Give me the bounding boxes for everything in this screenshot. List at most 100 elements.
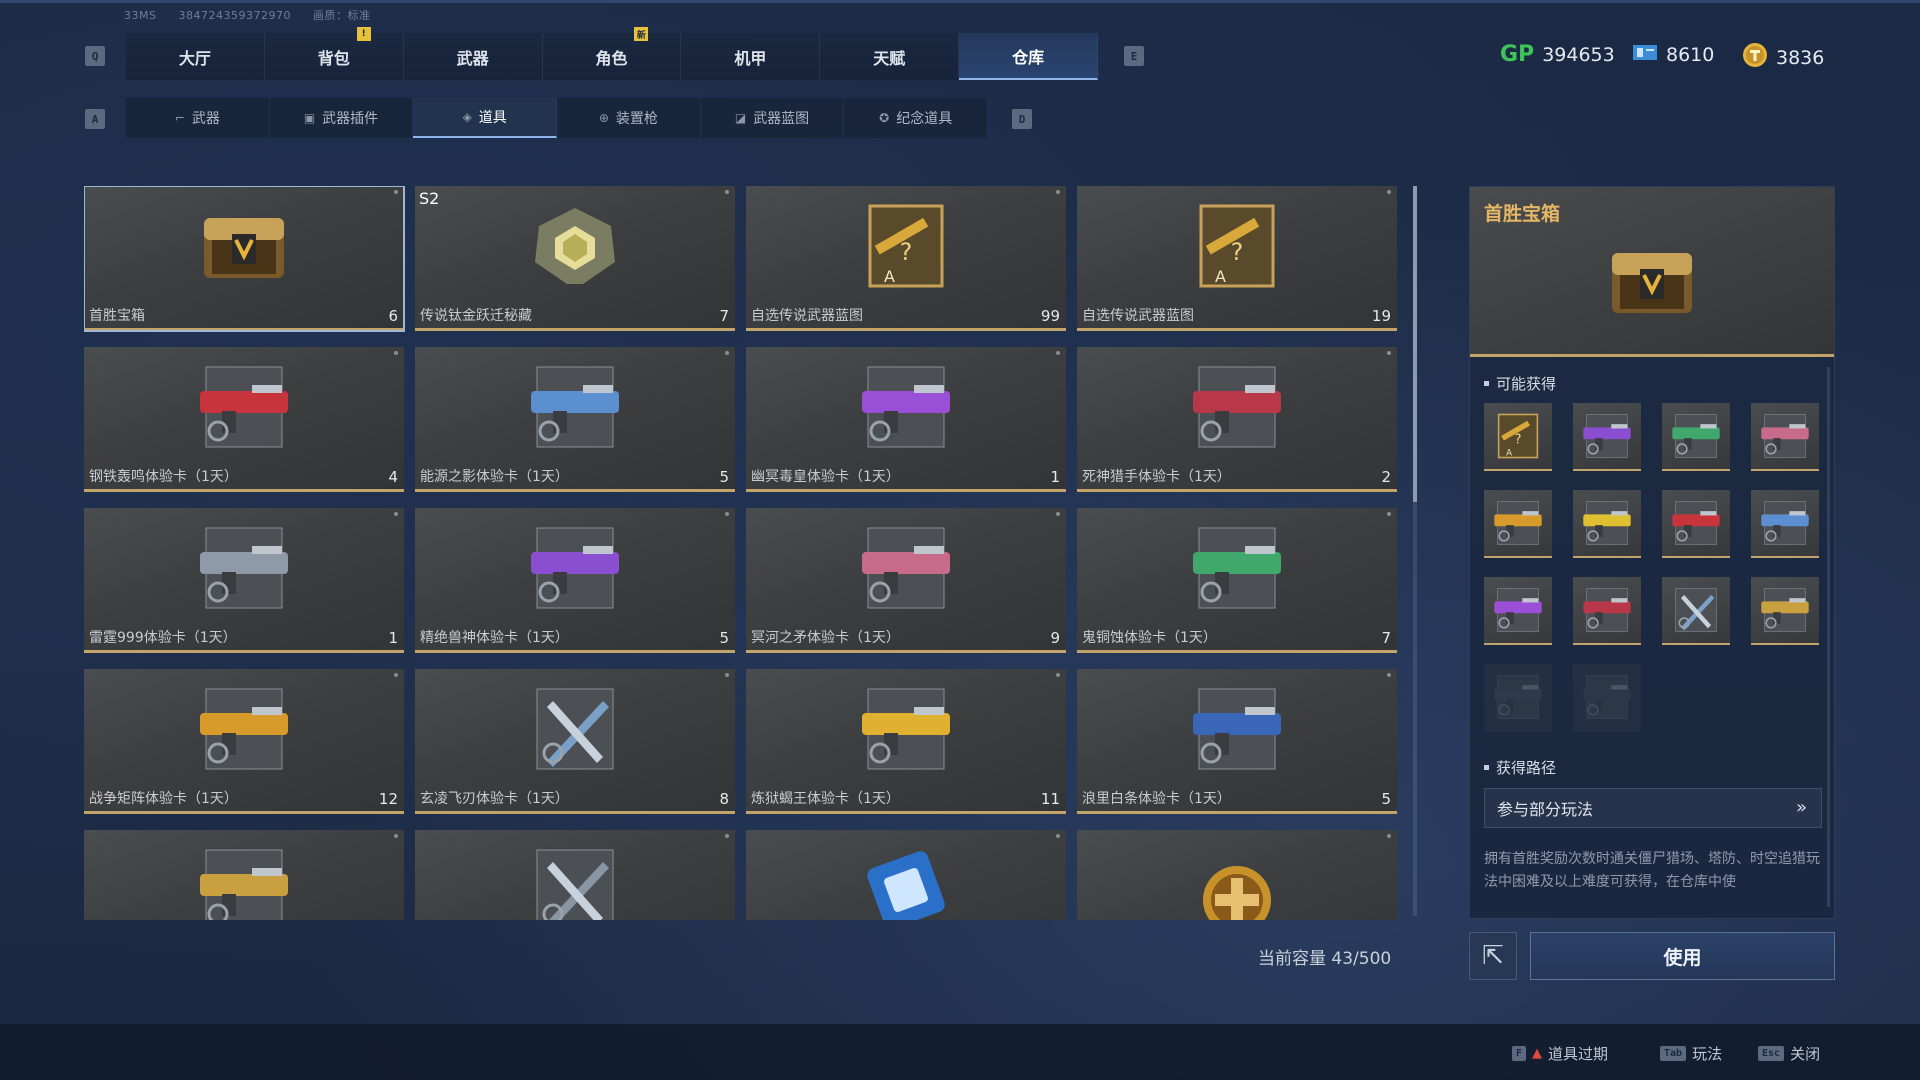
item-name: 传说钛金跃迁秘藏 [420,308,532,324]
item-card[interactable]: 战争矩阵体验卡（1天） 12 [84,669,404,814]
main-tab-2[interactable]: 武器 [404,33,543,80]
item-name: 冥河之矛体验卡（1天） [751,630,900,646]
reward-item[interactable] [1573,577,1641,645]
item-name: 鬼铜蚀体验卡（1天） [1082,630,1217,646]
item-card[interactable]: 炼狱蝎王体验卡（1天） 11 [746,669,1066,814]
sub-tab-1[interactable]: ▣ 武器插件 [270,98,414,138]
hint-key: Esc [1758,1046,1785,1061]
gp-icon: GP [1500,42,1535,67]
blade-icon [1675,588,1717,632]
sub-tab-5[interactable]: ✪ 纪念道具 [844,98,989,138]
external-link-button[interactable]: ⇱ [1469,932,1517,980]
svg-text:?: ? [900,238,913,266]
reward-item[interactable] [1662,403,1730,471]
main-tab-5[interactable]: 天赋 [820,33,960,80]
sub-tab-4[interactable]: ◪ 武器蓝图 [701,98,845,138]
item-card[interactable]: 钢铁轰鸣体验卡（1天） 4 [84,347,404,492]
item-card[interactable]: 幽冥毒皇体验卡（1天） 1 [746,347,1066,492]
blade-icon [536,849,614,920]
main-tab-bar: 大厅 背包! 武器 角色新 机甲 天赋 仓库 [126,27,1099,80]
use-button[interactable]: 使用 [1530,932,1835,980]
hint-label: 关闭 [1790,1045,1821,1063]
gun-icon [1193,688,1281,770]
item-card[interactable]: 精绝兽神体验卡（1天） 5 [415,508,735,653]
corner-dot [394,673,398,677]
corner-dot [1056,190,1060,194]
item-quantity: 11 [1040,790,1060,808]
grid-scroll-thumb[interactable] [1413,186,1417,502]
detail-scrollbar[interactable] [1827,367,1830,907]
sub-tab-0[interactable]: ⌐ 武器 [126,98,270,138]
item-name: 雷霆999体验卡（1天） [89,630,237,646]
item-card[interactable]: 雷霆999体验卡（1天） 1 [84,508,404,653]
reward-item[interactable] [1662,577,1730,645]
hint-label: 道具过期 [1548,1045,1609,1063]
obtain-path-label: 参与部分玩法 [1497,800,1594,819]
reward-item[interactable] [1573,490,1641,558]
key-hint-e: E [1124,46,1144,66]
reward-item[interactable] [1662,490,1730,558]
item-card[interactable]: 死神猎手体验卡（1天） 2 [1077,347,1397,492]
capacity-readout: 当前容量 43/500 [1258,949,1392,969]
item-card[interactable]: S2 传说钛金跃迁秘藏 7 [415,186,735,331]
item-name: 炼狱蝎王体验卡（1天） [751,791,900,807]
gun-icon [1583,588,1631,632]
reward-item[interactable] [1751,577,1819,645]
system-info: 33MS 384724359372970 画质：标准 [124,7,388,23]
hint-item[interactable]: F ▲ 道具过期 [1512,1043,1608,1064]
gun-icon [1761,588,1809,632]
main-tab-1[interactable]: 背包! [265,27,404,80]
svg-text:?: ? [1231,238,1244,266]
item-name: 幽冥毒皇体验卡（1天） [751,469,900,485]
item-card[interactable]: 首胜宝箱 6 [84,186,405,332]
hint-item[interactable]: Tab 玩法 [1660,1043,1722,1064]
ping-readout: 33MS [124,9,157,22]
rewards-title: 可能获得 [1484,373,1556,394]
item-card[interactable]: 鬼铜蚀体验卡（1天） 7 [1077,508,1397,653]
item-card[interactable]: 浪里白条体验卡（1天） 5 [1077,669,1397,814]
item-card[interactable] [415,830,735,920]
obtain-path-button[interactable]: 参与部分玩法 » [1484,788,1822,828]
reward-item[interactable] [1484,577,1552,645]
blueprint-icon: ?A [1199,204,1275,288]
item-card[interactable]: 玄凌飞刃体验卡（1天） 8 [415,669,735,814]
main-tab-label: 机甲 [734,48,767,68]
item-card[interactable] [746,830,1066,920]
item-card[interactable]: 冥河之矛体验卡（1天） 9 [746,508,1066,653]
grid-scrollbar[interactable] [1413,186,1417,916]
sub-tab-3[interactable]: ⊕ 装置枪 [557,98,701,138]
main-tab-4[interactable]: 机甲 [681,33,821,80]
hint-item[interactable]: Esc 关闭 [1758,1043,1820,1064]
gun-icon [862,527,950,609]
reward-item[interactable] [1484,664,1552,732]
corner-dot [394,190,398,194]
sub-tab-label: 武器插件 [322,111,379,127]
gun-icon [1672,501,1720,545]
item-card[interactable] [1077,830,1397,920]
gun-icon [1193,366,1281,448]
main-tab-3[interactable]: 角色新 [543,27,682,80]
main-tab-label: 天赋 [873,48,906,68]
reward-item[interactable] [1573,664,1641,732]
gun-icon [1583,675,1631,719]
reward-item[interactable]: ? A [1484,403,1552,471]
item-name: 玄凌飞刃体验卡（1天） [420,791,569,807]
sub-tab-label: 武器蓝图 [753,111,810,127]
item-card[interactable]: 能源之影体验卡（1天） 5 [415,347,735,492]
main-tab-0[interactable]: 大厅 [126,33,265,80]
item-card[interactable] [84,830,404,920]
tab-badge: 新 [634,27,649,41]
item-quantity: 9 [1050,629,1060,647]
sub-tab-2[interactable]: ◈ 道具 [413,98,558,138]
gun-icon [862,688,950,770]
reward-item[interactable] [1751,403,1819,471]
reward-item[interactable] [1751,490,1819,558]
chest-icon [204,218,284,278]
main-tab-6[interactable]: 仓库 [959,33,1099,80]
hint-key: F [1512,1046,1527,1061]
item-quantity: 2 [1381,468,1391,486]
reward-item[interactable] [1573,403,1641,471]
reward-item[interactable] [1484,490,1552,558]
item-card[interactable]: ? A 自选传说武器蓝图 99 [746,186,1066,331]
item-card[interactable]: ? A 自选传说武器蓝图 19 [1077,186,1397,331]
